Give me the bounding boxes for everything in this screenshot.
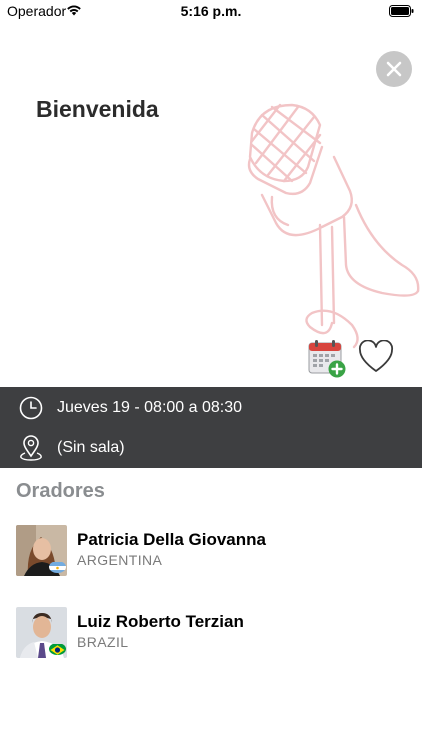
- speaker-row[interactable]: Luiz Roberto Terzian BRAZIL: [0, 607, 422, 667]
- favorite-button[interactable]: [358, 339, 394, 374]
- add-to-calendar-button[interactable]: [307, 339, 347, 379]
- heart-outline-icon: [359, 339, 393, 372]
- battery-icon: [389, 5, 414, 17]
- session-location: (Sin sala): [57, 439, 125, 456]
- session-time-row: Jueves 19 - 08:00 a 08:30: [0, 388, 422, 428]
- session-time: Jueves 19 - 08:00 a 08:30: [57, 399, 243, 416]
- calendar-add-icon: [308, 340, 346, 378]
- close-button[interactable]: [376, 51, 412, 87]
- location-pin-icon: [20, 435, 42, 461]
- speaker-country: ARGENTINA: [77, 552, 163, 568]
- status-bar: Operador 5:16 p.m.: [0, 0, 422, 22]
- clock: 5:16 p.m.: [180, 3, 242, 19]
- page-title: Bienvenida: [36, 96, 159, 122]
- clock-icon: [19, 396, 43, 420]
- brazil-flag-icon: [49, 643, 66, 655]
- session-info-bar: Jueves 19 - 08:00 a 08:30 (Sin sala): [0, 387, 422, 468]
- speakers-section-title: Oradores: [16, 480, 105, 502]
- speaker-name: Patricia Della Giovanna: [77, 530, 266, 549]
- close-icon: [386, 61, 402, 77]
- speaker-name: Luiz Roberto Terzian: [77, 612, 244, 631]
- argentina-flag-icon: [49, 561, 66, 573]
- microphone-illustration: [247, 103, 420, 349]
- speaker-row[interactable]: Patricia Della Giovanna ARGENTINA: [0, 525, 422, 585]
- speaker-country: BRAZIL: [77, 634, 129, 650]
- session-location-row: (Sin sala): [0, 428, 422, 468]
